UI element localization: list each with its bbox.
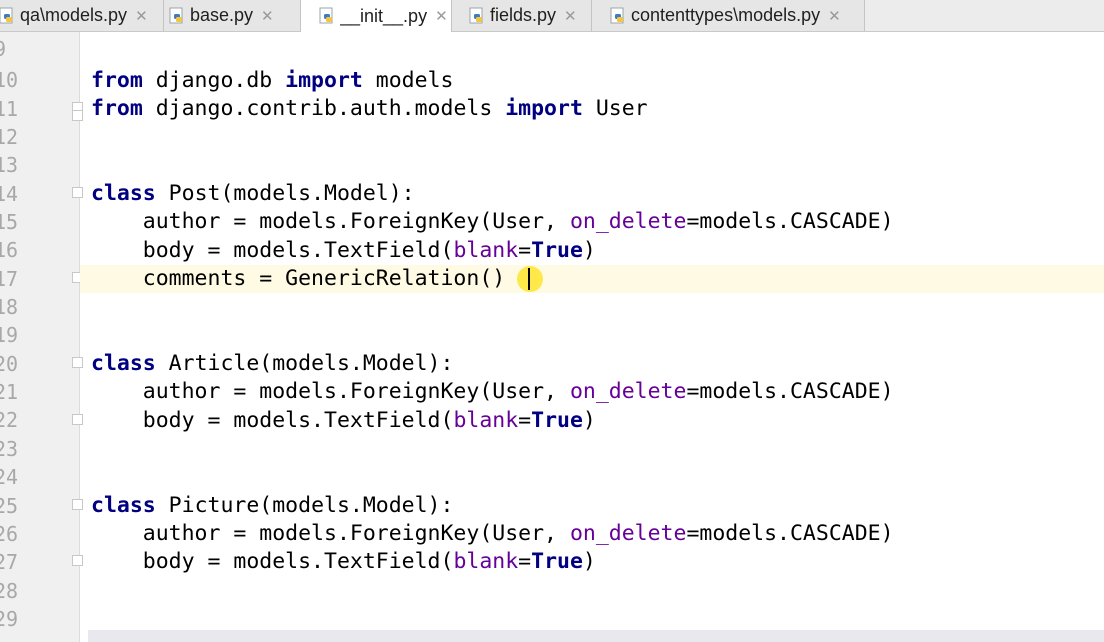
- line-number: 29: [0, 607, 19, 631]
- tab-label: base.py: [190, 5, 254, 25]
- code-token: comments = GenericRelation(): [91, 266, 506, 291]
- code-keyword: class: [91, 493, 156, 518]
- code-line[interactable]: class Picture(models.Model):: [80, 492, 1104, 520]
- line-number: 18: [0, 295, 19, 319]
- tab-contenttypes-models[interactable]: contenttypes\models.py ✕: [592, 0, 865, 31]
- tab-init[interactable]: __init__.py ✕: [301, 0, 452, 32]
- code-line[interactable]: from django.db import models: [80, 67, 1104, 95]
- close-icon[interactable]: ✕: [261, 7, 274, 25]
- line-number: 20: [0, 352, 19, 376]
- code-line[interactable]: body = models.TextField(blank=True): [80, 548, 1104, 576]
- line-number: 9: [0, 37, 7, 61]
- line-number: 11: [0, 97, 19, 121]
- tab-base[interactable]: base.py ✕: [164, 0, 301, 31]
- close-icon[interactable]: ✕: [828, 7, 841, 25]
- code-token: Article(models.Model):: [155, 351, 454, 376]
- python-file-icon: [469, 7, 483, 23]
- code-token: ): [582, 549, 596, 574]
- code-token: User: [582, 96, 648, 121]
- code-editor[interactable]: from django.db import models from django…: [80, 32, 1104, 642]
- line-number: 27: [0, 550, 19, 574]
- code-line[interactable]: author = models.ForeignKey(User, on_dele…: [80, 520, 1104, 548]
- code-token: =models.CASCADE): [686, 379, 894, 404]
- code-keyword: True: [531, 549, 583, 574]
- code-line[interactable]: from django.contrib.auth.models import U…: [80, 95, 1104, 123]
- line-number: 26: [0, 522, 19, 546]
- line-number: 14: [0, 182, 19, 206]
- code-parameter: blank: [453, 408, 519, 433]
- code-keyword: from: [91, 68, 143, 93]
- line-number-gutter: 9 10 11 12 13 14 15 16 17 18 19 20 21 22…: [0, 32, 83, 642]
- line-number: 25: [0, 494, 19, 518]
- code-token: author = models.ForeignKey(User,: [91, 521, 570, 546]
- next-line-highlight: [88, 630, 1104, 642]
- code-token: Post(models.Model):: [155, 181, 415, 206]
- tab-label: qa\models.py: [20, 5, 128, 25]
- code-parameter: on_delete: [569, 209, 687, 234]
- close-icon[interactable]: ✕: [564, 7, 577, 25]
- code-line[interactable]: class Post(models.Model):: [80, 180, 1104, 208]
- code-keyword: True: [531, 238, 583, 263]
- code-token: body = models.TextField(: [91, 238, 454, 263]
- code-token: =models.CASCADE): [686, 521, 894, 546]
- line-number: 15: [0, 210, 19, 234]
- python-file-icon: [0, 7, 13, 23]
- code-token: Picture(models.Model):: [155, 493, 454, 518]
- code-parameter: on_delete: [569, 379, 687, 404]
- python-file-icon: [169, 7, 183, 23]
- code-keyword: import: [505, 96, 583, 121]
- code-token: ): [582, 238, 596, 263]
- code-keyword: from: [91, 96, 143, 121]
- line-number: 19: [0, 323, 19, 347]
- line-number: 22: [0, 408, 19, 432]
- code-parameter: on_delete: [569, 521, 687, 546]
- line-number: 24: [0, 465, 19, 489]
- code-token: django.contrib.auth.models: [142, 96, 506, 121]
- line-number: 10: [0, 68, 19, 92]
- code-token: =models.CASCADE): [686, 209, 894, 234]
- editor-tab-bar: qa\models.py ✕ base.py ✕ __init__.py ✕ f…: [0, 0, 1104, 32]
- tab-label: fields.py: [490, 5, 557, 25]
- code-parameter: blank: [453, 238, 519, 263]
- code-keyword: class: [91, 351, 156, 376]
- code-token: author = models.ForeignKey(User,: [91, 379, 570, 404]
- line-number: 13: [0, 153, 19, 177]
- code-line[interactable]: class Article(models.Model):: [80, 350, 1104, 378]
- tab-fields[interactable]: fields.py ✕: [452, 0, 592, 31]
- tab-qa-models[interactable]: qa\models.py ✕: [0, 0, 164, 31]
- code-keyword: class: [91, 181, 156, 206]
- code-token: body = models.TextField(: [91, 549, 454, 574]
- code-token: django.db: [142, 68, 286, 93]
- line-number: 21: [0, 380, 19, 404]
- code-parameter: blank: [453, 549, 519, 574]
- text-caret: [528, 268, 530, 290]
- code-token: =: [518, 549, 532, 574]
- code-token: author = models.ForeignKey(User,: [91, 209, 570, 234]
- code-line[interactable]: author = models.ForeignKey(User, on_dele…: [80, 378, 1104, 406]
- code-line[interactable]: author = models.ForeignKey(User, on_dele…: [80, 208, 1104, 236]
- cursor-highlight: [517, 266, 543, 292]
- line-number: 16: [0, 238, 19, 262]
- code-token: ): [582, 408, 596, 433]
- code-line[interactable]: body = models.TextField(blank=True): [80, 237, 1104, 265]
- line-number: 28: [0, 579, 19, 603]
- code-line[interactable]: body = models.TextField(blank=True): [80, 407, 1104, 435]
- tab-label: contenttypes\models.py: [631, 5, 821, 25]
- code-token: =: [518, 408, 532, 433]
- python-file-icon: [610, 7, 624, 23]
- close-icon[interactable]: ✕: [135, 7, 148, 25]
- code-token: body = models.TextField(: [91, 408, 454, 433]
- close-icon[interactable]: ✕: [435, 7, 448, 25]
- code-token: =: [518, 238, 532, 263]
- code-keyword: import: [285, 68, 363, 93]
- current-code-line[interactable]: comments = GenericRelation(): [80, 265, 1104, 293]
- code-token: models: [362, 68, 454, 93]
- code-keyword: True: [531, 408, 583, 433]
- python-file-icon: [319, 7, 333, 24]
- tab-label: __init__.py: [340, 5, 428, 26]
- line-number: 23: [0, 437, 19, 461]
- line-number: 12: [0, 125, 19, 149]
- line-number: 17: [0, 267, 19, 291]
